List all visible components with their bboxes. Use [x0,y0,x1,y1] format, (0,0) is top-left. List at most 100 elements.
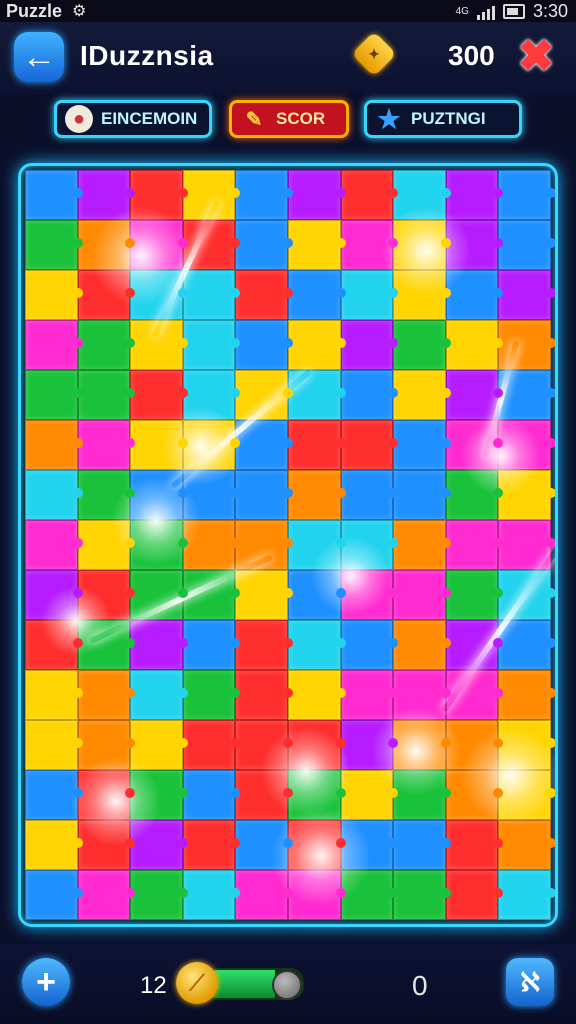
puzzle-piece[interactable] [182,520,240,570]
puzzle-piece[interactable] [182,870,240,920]
puzzle-piece[interactable] [235,520,293,570]
puzzle-piece[interactable] [182,570,240,620]
puzzle-piece[interactable] [287,670,346,720]
puzzle-piece[interactable] [235,820,293,870]
puzzle-piece[interactable] [445,220,503,270]
puzzle-piece[interactable] [340,870,398,920]
puzzle-piece[interactable] [393,320,451,370]
puzzle-piece[interactable] [287,770,346,820]
puzzle-piece[interactable] [393,620,451,670]
puzzle-piece[interactable] [77,170,135,220]
back-button[interactable]: ← [14,32,64,82]
puzzle-piece[interactable] [445,670,503,720]
puzzle-piece[interactable] [393,170,451,220]
puzzle-piece[interactable] [287,720,346,770]
puzzle-grid[interactable] [25,170,555,920]
puzzle-piece[interactable] [287,370,346,420]
puzzle-piece[interactable] [130,670,188,720]
puzzle-piece[interactable] [77,220,135,270]
puzzle-piece[interactable] [445,520,503,570]
puzzle-piece[interactable] [130,520,188,570]
puzzle-piece[interactable] [130,470,188,520]
puzzle-piece[interactable] [25,420,83,470]
puzzle-piece[interactable] [498,720,555,770]
puzzle-piece[interactable] [77,370,135,420]
puzzle-piece[interactable] [498,470,555,520]
puzzle-piece[interactable] [393,570,451,620]
puzzle-piece[interactable] [340,820,398,870]
puzzle-piece[interactable] [235,320,293,370]
puzzle-piece[interactable] [393,670,451,720]
puzzle-piece[interactable] [25,820,83,870]
puzzle-piece[interactable] [182,270,240,320]
puzzle-piece[interactable] [182,220,240,270]
puzzle-piece[interactable] [498,520,555,570]
puzzle-piece[interactable] [340,520,398,570]
puzzle-piece[interactable] [340,470,398,520]
puzzle-piece[interactable] [393,720,451,770]
puzzle-piece[interactable] [498,620,555,670]
puzzle-piece[interactable] [235,870,293,920]
puzzle-piece[interactable] [25,670,83,720]
puzzle-piece[interactable] [25,370,83,420]
puzzle-piece[interactable] [287,820,346,870]
puzzle-piece[interactable] [393,470,451,520]
puzzle-piece[interactable] [235,270,293,320]
puzzle-piece[interactable] [498,320,555,370]
puzzle-piece[interactable] [130,420,188,470]
puzzle-piece[interactable] [25,720,83,770]
puzzle-piece[interactable] [287,420,346,470]
puzzle-piece[interactable] [393,520,451,570]
puzzle-piece[interactable] [77,570,135,620]
puzzle-piece[interactable] [130,220,188,270]
puzzle-piece[interactable] [25,770,83,820]
puzzle-piece[interactable] [445,820,503,870]
puzzle-piece[interactable] [340,370,398,420]
puzzle-piece[interactable] [393,420,451,470]
puzzle-piece[interactable] [25,320,83,370]
progress-knob[interactable] [272,970,302,1000]
puzzle-piece[interactable] [25,570,83,620]
puzzle-piece[interactable] [498,420,555,470]
puzzle-piece[interactable] [498,220,555,270]
puzzle-piece[interactable] [393,370,451,420]
puzzle-board[interactable] [18,163,558,927]
puzzle-piece[interactable] [445,870,503,920]
puzzle-piece[interactable] [182,770,240,820]
puzzle-piece[interactable] [393,270,451,320]
puzzle-piece[interactable] [77,320,135,370]
puzzle-piece[interactable] [445,620,503,670]
puzzle-piece[interactable] [25,620,83,670]
puzzle-piece[interactable] [182,620,240,670]
puzzle-piece[interactable] [287,570,346,620]
puzzle-piece[interactable] [498,270,555,320]
puzzle-piece[interactable] [498,820,555,870]
puzzle-piece[interactable] [77,620,135,670]
puzzle-piece[interactable] [182,320,240,370]
puzzle-piece[interactable] [77,770,135,820]
puzzle-piece[interactable] [340,620,398,670]
puzzle-piece[interactable] [498,170,555,220]
puzzle-piece[interactable] [130,320,188,370]
puzzle-piece[interactable] [287,620,346,670]
puzzle-piece[interactable] [235,170,293,220]
puzzle-piece[interactable] [498,370,555,420]
puzzle-piece[interactable] [182,470,240,520]
puzzle-piece[interactable] [340,720,398,770]
hint-button[interactable]: ℵ [506,958,554,1006]
puzzle-piece[interactable] [340,220,398,270]
puzzle-piece[interactable] [445,170,503,220]
puzzle-piece[interactable] [340,170,398,220]
puzzle-piece[interactable] [287,320,346,370]
puzzle-piece[interactable] [77,270,135,320]
puzzle-piece[interactable] [235,470,293,520]
puzzle-piece[interactable] [340,420,398,470]
add-button[interactable]: + [22,958,70,1006]
puzzle-piece[interactable] [445,570,503,620]
puzzle-piece[interactable] [25,520,83,570]
puzzle-piece[interactable] [25,220,83,270]
puzzle-piece[interactable] [130,820,188,870]
puzzle-piece[interactable] [130,270,188,320]
puzzle-piece[interactable] [340,570,398,620]
puzzle-piece[interactable] [498,670,555,720]
